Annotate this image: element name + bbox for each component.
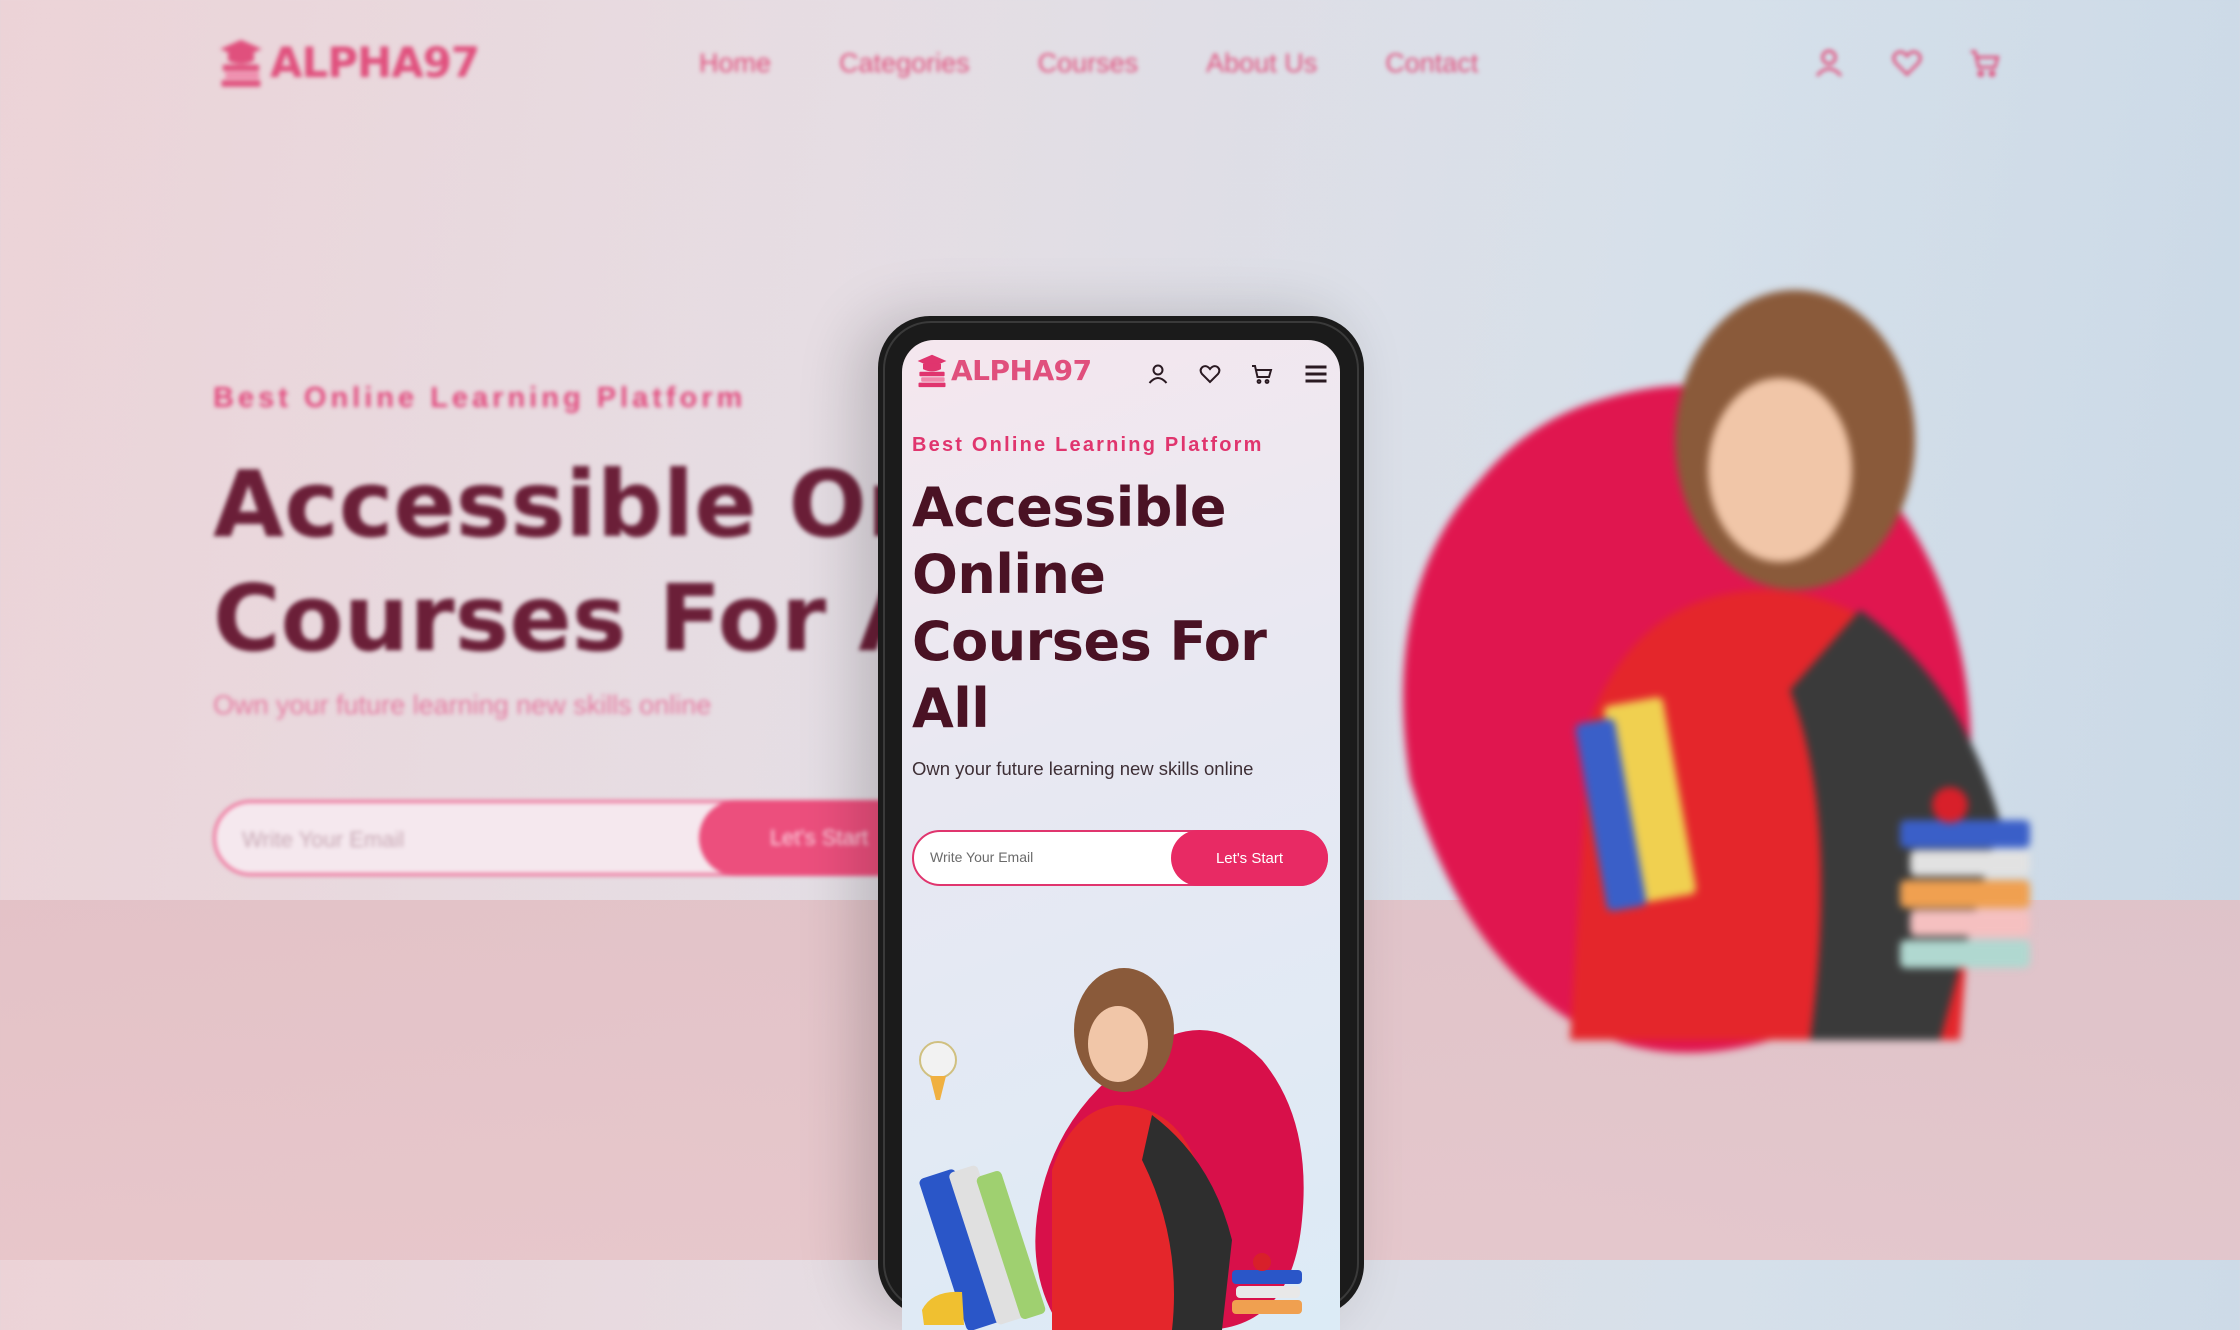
desktop-logo-text: ALPHA97 — [270, 37, 480, 87]
mobile-email-input[interactable]: Write Your Email — [930, 849, 1033, 865]
user-icon[interactable] — [1146, 362, 1170, 386]
nav-about-us[interactable]: About Us — [1206, 48, 1317, 79]
mobile-subtitle: Own your future learning new skills onli… — [912, 758, 1254, 779]
desktop-email-input[interactable]: Write Your Email — [242, 827, 404, 853]
mobile-email-form: Write Your Email Let's Start — [912, 830, 1328, 886]
mobile-hero-image — [919, 968, 1304, 1330]
desktop-subtitle: Own your future learning new skills onli… — [213, 690, 712, 720]
user-icon[interactable] — [1812, 46, 1846, 80]
mobile-logo-text: ALPHA97 — [951, 353, 1092, 387]
desktop-header-icons — [1812, 46, 2002, 80]
mobile-tagline: Best Online Learning Platform — [912, 434, 1264, 456]
phone-screen: ALPHA97 Best Online Learning Platform Ac… — [902, 340, 1340, 1330]
cart-icon[interactable] — [1250, 362, 1274, 386]
mobile-headline: Accessible Online Courses For All — [912, 476, 1267, 740]
menu-icon[interactable] — [1302, 360, 1330, 388]
desktop-nav: Home Categories Courses About Us Contact — [699, 48, 1478, 79]
desktop-logo[interactable]: ALPHA97 — [214, 36, 480, 88]
graduation-cap-books-icon — [917, 354, 947, 388]
graduation-cap-books-icon — [220, 39, 262, 87]
heart-icon[interactable] — [1198, 362, 1222, 386]
nav-courses[interactable]: Courses — [1038, 48, 1139, 79]
desktop-email-form: Write Your Email Let's Start — [213, 800, 939, 876]
desktop-hero-image — [1403, 290, 2030, 1053]
desktop-tagline: Best Online Learning Platform — [213, 382, 747, 414]
nav-categories[interactable]: Categories — [839, 48, 970, 79]
heart-icon[interactable] — [1890, 46, 1924, 80]
mobile-header-icons — [1146, 360, 1330, 388]
nav-home[interactable]: Home — [699, 48, 771, 79]
nav-contact[interactable]: Contact — [1385, 48, 1478, 79]
cart-icon[interactable] — [1968, 46, 2002, 80]
mobile-lets-start-button[interactable]: Let's Start — [1171, 830, 1328, 886]
phone-mockup: ALPHA97 Best Online Learning Platform Ac… — [878, 316, 1364, 1330]
mobile-logo[interactable]: ALPHA97 — [914, 352, 1092, 388]
